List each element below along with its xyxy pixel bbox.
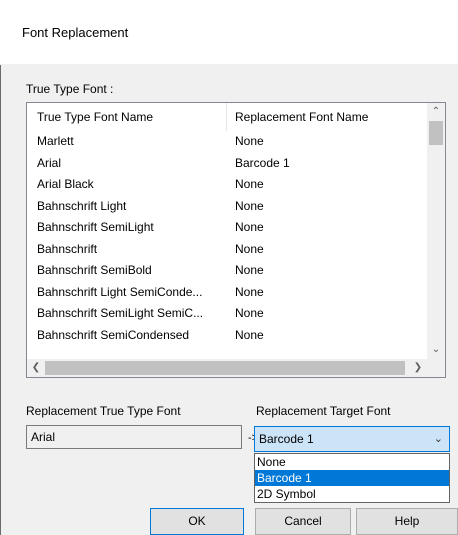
true-type-font-label: True Type Font : xyxy=(26,82,114,96)
table-row[interactable]: Marlett None xyxy=(27,131,427,153)
chevron-left-icon[interactable]: ❮ xyxy=(27,359,45,377)
list-rows: Marlett None Arial Barcode 1 Arial Black None… xyxy=(27,131,427,346)
replacement-cell: None xyxy=(235,134,264,148)
font-name-cell: Bahnschrift Light SemiConde... xyxy=(37,284,203,299)
replacement-cell: None xyxy=(235,263,264,277)
font-name-cell: Bahnschrift SemiLight xyxy=(37,220,154,234)
source-font-field: Arial xyxy=(26,425,242,449)
ok-button[interactable]: OK xyxy=(150,508,244,535)
table-row[interactable]: Bahnschrift SemiLight None xyxy=(27,217,427,239)
target-font-combobox[interactable]: Barcode 1 ⌄ xyxy=(254,426,450,452)
font-name-cell: Bahnschrift SemiCondensed xyxy=(37,327,190,342)
font-name-cell: Marlett xyxy=(37,134,74,148)
title-bar: Font Replacement xyxy=(0,0,458,65)
chevron-up-icon[interactable]: ⌃ xyxy=(427,103,445,121)
option-2d-symbol[interactable]: 2D Symbol xyxy=(255,486,449,502)
replacement-cell: None xyxy=(235,327,264,342)
table-row[interactable]: Arial Barcode 1 xyxy=(27,153,427,175)
option-none[interactable]: None xyxy=(255,454,449,470)
table-row[interactable]: Bahnschrift None xyxy=(27,239,427,261)
combobox-value: Barcode 1 xyxy=(259,432,314,446)
replacement-cell: None xyxy=(235,241,264,256)
replacement-cell: Barcode 1 xyxy=(235,155,290,170)
table-row[interactable]: Bahnschrift Light None xyxy=(27,196,427,218)
chevron-down-icon[interactable]: ⌄ xyxy=(427,341,445,359)
font-name-cell: Bahnschrift Light xyxy=(37,198,127,213)
table-row[interactable]: Bahnschrift SemiBold None xyxy=(27,260,427,282)
cancel-button[interactable]: Cancel xyxy=(255,508,351,535)
option-barcode-1[interactable]: Barcode 1 xyxy=(255,470,449,486)
replacement-true-type-font-label: Replacement True Type Font xyxy=(26,404,181,418)
horizontal-scroll-thumb[interactable] xyxy=(45,361,405,375)
list-header: True Type Font Name Replacement Font Nam… xyxy=(27,103,427,131)
table-row[interactable]: Arial Black None xyxy=(27,174,427,196)
replacement-cell: None xyxy=(235,220,264,234)
replacement-cell: None xyxy=(235,177,264,191)
replacement-cell: None xyxy=(235,306,264,320)
target-font-dropdown[interactable]: None Barcode 1 2D Symbol xyxy=(254,453,450,503)
font-name-cell: Bahnschrift SemiLight SemiC... xyxy=(37,306,204,320)
chevron-down-icon[interactable]: ⌄ xyxy=(434,427,443,451)
horizontal-scrollbar[interactable]: ❮ ❯ xyxy=(27,359,445,377)
table-row[interactable]: Bahnschrift Light SemiConde... None xyxy=(27,282,427,304)
vertical-scrollbar[interactable]: ⌃ ⌄ xyxy=(427,103,445,359)
font-replacement-dialog: Font Replacement True Type Font : True T… xyxy=(0,0,458,535)
column-header-replacement[interactable]: Replacement Font Name xyxy=(227,103,427,131)
table-row[interactable]: Bahnschrift SemiLight SemiC... None xyxy=(27,303,427,325)
font-name-cell: Bahnschrift SemiBold xyxy=(37,263,152,277)
replacement-target-font-label: Replacement Target Font xyxy=(256,404,391,418)
window-edge xyxy=(0,0,1,535)
chevron-right-icon[interactable]: ❯ xyxy=(409,359,427,377)
scroll-corner xyxy=(427,359,445,377)
font-list[interactable]: True Type Font Name Replacement Font Nam… xyxy=(26,102,446,378)
replacement-cell: None xyxy=(235,284,264,299)
column-header-font-name[interactable]: True Type Font Name xyxy=(27,103,227,131)
table-row[interactable]: Bahnschrift SemiCondensed None xyxy=(27,325,427,347)
dialog-title: Font Replacement xyxy=(22,25,129,40)
vertical-scroll-thumb[interactable] xyxy=(429,121,443,145)
font-name-cell: Arial Black xyxy=(37,177,94,191)
font-name-cell: Arial xyxy=(37,155,62,170)
replacement-cell: None xyxy=(235,198,264,213)
font-name-cell: Bahnschrift xyxy=(37,241,98,256)
help-button[interactable]: Help xyxy=(356,508,458,535)
